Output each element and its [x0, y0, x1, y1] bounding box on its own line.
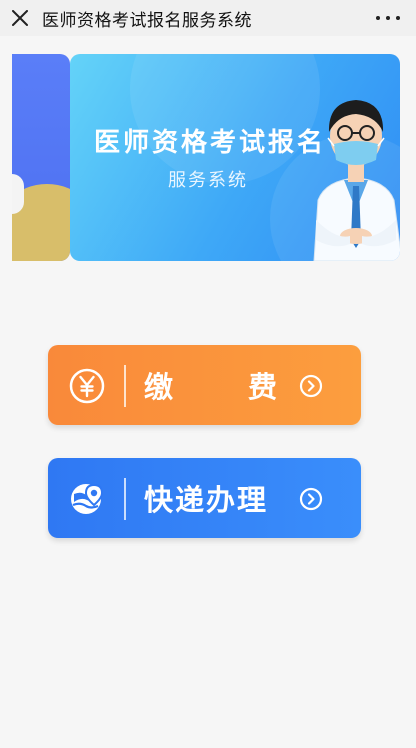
button-divider [124, 365, 126, 407]
pay-button[interactable]: 缴 费 [48, 345, 361, 425]
title-bar: 医师资格考试报名服务系统 [0, 0, 416, 36]
banner-carousel[interactable]: 医师资格考试报名 服务系统 [12, 54, 400, 261]
chevron-right-circle-icon [299, 487, 323, 511]
more-icon [376, 16, 380, 20]
globe-location-icon [71, 483, 104, 514]
more-button[interactable] [376, 8, 400, 28]
button-divider [124, 478, 126, 520]
banner-title: 医师资格考试报名 [94, 128, 327, 158]
pay-label-first: 缴 [144, 370, 176, 404]
pay-label-second: 费 [248, 370, 280, 404]
banner-slide-previous[interactable] [12, 54, 70, 261]
banner-slide-current[interactable]: 医师资格考试报名 服务系统 [70, 54, 400, 261]
close-icon [12, 10, 28, 26]
page-title: 医师资格考试报名服务系统 [42, 10, 252, 31]
chevron-right-circle-icon [299, 374, 323, 398]
close-button[interactable] [8, 6, 32, 30]
doctor-illustration [313, 100, 400, 261]
express-label: 快递办理 [144, 483, 269, 517]
express-button[interactable]: 快递办理 [48, 458, 361, 538]
banner-subtitle: 服务系统 [168, 170, 248, 191]
yen-icon [69, 368, 105, 404]
